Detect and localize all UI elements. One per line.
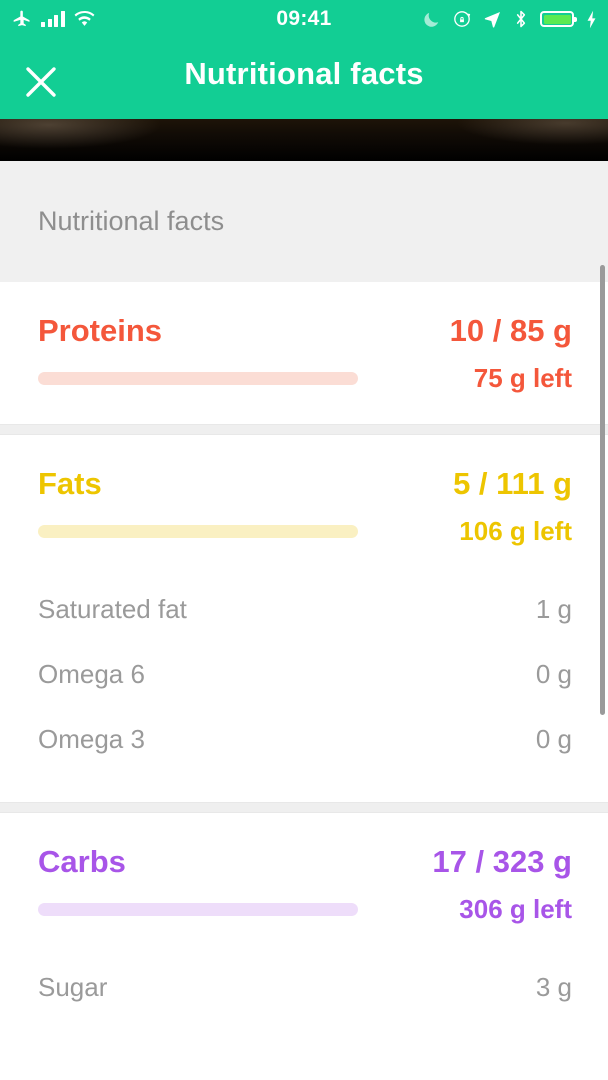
macro-name: Proteins xyxy=(38,313,163,348)
nutrition-scroll-area[interactable]: Nutritional facts Proteins 10 / 85 g 75 … xyxy=(0,161,608,1080)
sub-nutrient-value: 3 g xyxy=(535,972,572,1002)
progress-bar-track xyxy=(38,903,358,916)
macro-header: Proteins 10 / 85 g xyxy=(0,282,608,349)
macro-spacer xyxy=(0,394,608,424)
macro-header: Fats 5 / 111 g xyxy=(0,435,608,502)
section-divider xyxy=(0,802,608,813)
macro-total-value: 10 / 85 g xyxy=(449,313,572,348)
battery-icon xyxy=(540,11,577,27)
rotation-lock-icon xyxy=(454,11,471,27)
macro-card-proteins[interactable]: Proteins 10 / 85 g 75 g left xyxy=(0,282,608,424)
macro-remaining-value: 106 g left xyxy=(459,516,572,546)
status-bar: 09:41 xyxy=(0,0,608,38)
section-divider xyxy=(0,424,608,435)
macro-progress-row: 306 g left xyxy=(0,880,608,925)
macro-remaining-value: 306 g left xyxy=(459,894,572,924)
macro-card-carbs[interactable]: Carbs 17 / 323 g 306 g left Sugar 3 g xyxy=(0,813,608,1020)
sub-nutrient-row: Omega 3 0 g xyxy=(0,707,608,772)
location-arrow-icon xyxy=(484,11,501,28)
macro-spacer xyxy=(0,925,608,955)
progress-bar-track xyxy=(38,372,358,385)
macro-name: Carbs xyxy=(38,844,126,879)
macro-total-value: 5 / 111 g xyxy=(453,466,572,501)
macro-progress-row: 75 g left xyxy=(0,349,608,394)
sub-nutrient-row: Omega 6 0 g xyxy=(0,642,608,707)
section-header-label: Nutritional facts xyxy=(38,206,225,236)
macro-spacer xyxy=(0,547,608,577)
do-not-disturb-moon-icon xyxy=(424,12,439,27)
macro-remaining-value: 75 g left xyxy=(473,363,572,393)
sub-nutrient-value: 1 g xyxy=(535,594,572,624)
navigation-bar: Nutritional facts xyxy=(0,38,608,119)
sub-nutrient-label: Omega 6 xyxy=(38,659,145,689)
food-photo-strip xyxy=(0,119,608,161)
close-x-icon xyxy=(26,67,56,97)
sub-nutrient-label: Omega 3 xyxy=(38,724,145,754)
sub-nutrient-row: Saturated fat 1 g xyxy=(0,577,608,642)
progress-bar-track xyxy=(38,525,358,538)
section-header-nutritional-facts: Nutritional facts xyxy=(0,161,608,282)
macro-total-value: 17 / 323 g xyxy=(432,844,572,879)
page-title: Nutritional facts xyxy=(184,56,424,91)
macro-progress-row: 106 g left xyxy=(0,502,608,547)
bluetooth-icon xyxy=(516,10,526,28)
status-bar-right-icons xyxy=(422,9,598,29)
macro-card-fats[interactable]: Fats 5 / 111 g 106 g left Saturated fat … xyxy=(0,435,608,802)
sub-nutrient-value: 0 g xyxy=(535,724,572,754)
close-button[interactable] xyxy=(18,59,64,105)
macro-name: Fats xyxy=(38,466,102,501)
nutritional-facts-screen: 09:41 Nutritional facts Nutritional fact… xyxy=(0,0,608,1080)
sub-nutrient-row: Sugar 3 g xyxy=(0,955,608,1020)
macro-spacer xyxy=(0,772,608,802)
sub-nutrient-label: Sugar xyxy=(38,972,108,1002)
sub-nutrient-value: 0 g xyxy=(535,659,572,689)
macro-header: Carbs 17 / 323 g xyxy=(0,813,608,880)
charging-bolt-icon xyxy=(587,10,596,28)
sub-nutrient-label: Saturated fat xyxy=(38,594,187,624)
